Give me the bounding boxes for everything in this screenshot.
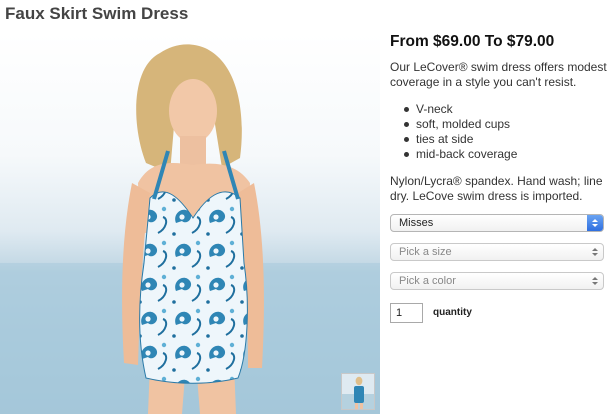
product-info-panel: From $69.00 To $79.00 Our LeCover® swim … [390, 33, 610, 323]
product-thumbnail[interactable] [341, 373, 375, 410]
size-range-select[interactable]: Misses [390, 214, 604, 232]
product-description: Our LeCover® swim dress offers modest co… [390, 60, 607, 89]
feature-item: ties at side [404, 132, 610, 147]
quantity-input[interactable] [390, 303, 423, 323]
feature-item: soft, molded cups [404, 117, 610, 132]
page-title: Faux Skirt Swim Dress [5, 4, 189, 23]
feature-item: V-neck [404, 102, 610, 117]
size-placeholder: Pick a size [399, 246, 452, 258]
feature-list: V-neck soft, molded cups ties at side mi… [390, 102, 610, 162]
size-select[interactable]: Pick a size [390, 243, 604, 261]
material-care-text: Nylon/Lycra® spandex. Hand wash; line dr… [390, 174, 603, 203]
price-range: From $69.00 To $79.00 [390, 33, 555, 50]
size-range-value: Misses [399, 217, 434, 229]
color-select[interactable]: Pick a color [390, 272, 604, 290]
product-image [0, 33, 380, 414]
color-placeholder: Pick a color [399, 275, 456, 287]
feature-item: mid-back coverage [404, 147, 610, 162]
quantity-label: quantity [433, 307, 472, 318]
chevron-up-down-icon [587, 215, 603, 231]
chevron-up-down-icon [587, 244, 603, 260]
chevron-up-down-icon [587, 273, 603, 289]
